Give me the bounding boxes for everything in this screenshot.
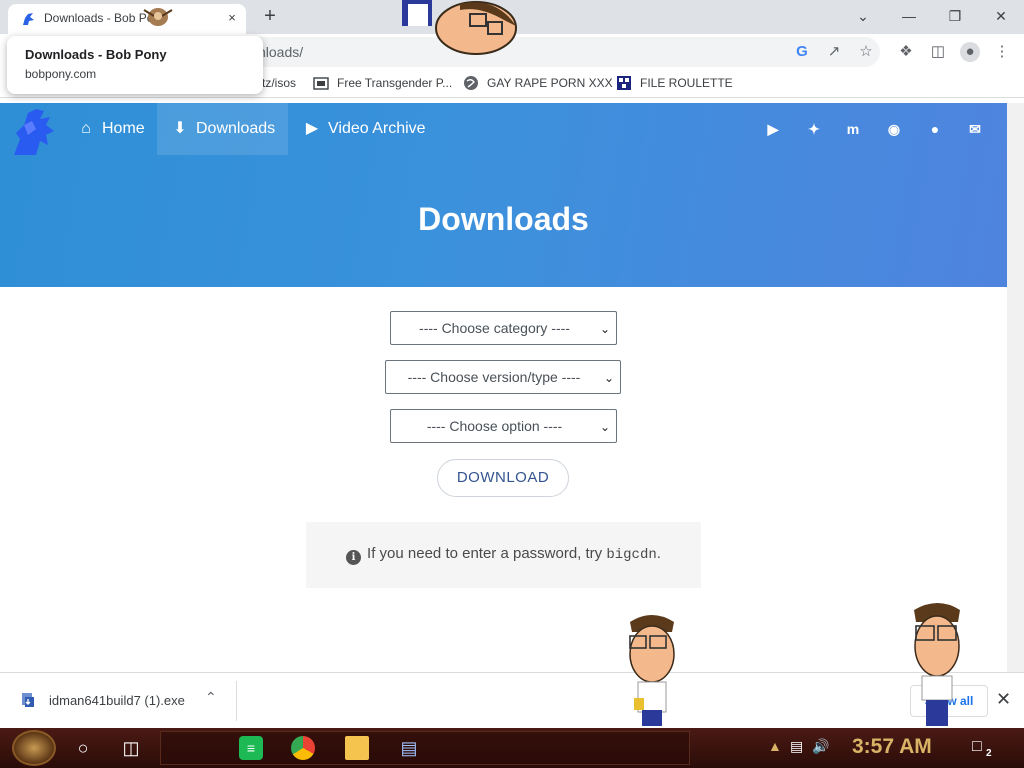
file-roulette-icon (617, 76, 631, 90)
download-button[interactable]: DOWNLOAD (437, 459, 569, 497)
site-nav: ⌂ Home ⬇ Downloads ▶ Video Archive ▶ ✦ m ◉ … (0, 103, 1007, 155)
hero-header: ⌂ Home ⬇ Downloads ▶ Video Archive ▶ ✦ m ◉ … (0, 103, 1007, 287)
restore-button[interactable]: ❐ (932, 3, 978, 29)
version-select[interactable]: ---- Choose version/type ---- ⌄ (385, 360, 621, 394)
bookmark-file-roulette[interactable]: FILE ROULETTE (640, 76, 733, 90)
mail-icon[interactable]: ✉ (965, 119, 985, 139)
nav-video-archive[interactable]: ▶ Video Archive (288, 103, 440, 155)
vertical-scrollbar[interactable] (1007, 103, 1024, 673)
nav-downloads[interactable]: ⬇ Downloads (157, 103, 289, 155)
google-lens-icon[interactable]: G (792, 42, 812, 62)
nav-downloads-label: Downloads (196, 120, 276, 137)
chevron-down-icon: ⌄ (603, 371, 614, 385)
note-prefix: If you need to enter a password, try (367, 545, 607, 562)
option-select[interactable]: ---- Choose option ---- ⌄ (390, 409, 617, 443)
cortana-icon[interactable]: ○ (71, 736, 95, 760)
password-note-text: i If you need to enter a password, try bi… (306, 545, 701, 565)
tab-hover-card: Downloads - Bob Pony bobpony.com (7, 36, 263, 94)
download-icon: ⬇ (173, 120, 187, 137)
globe-icon (464, 76, 478, 90)
taskbar-apps: ≡ ▤ (160, 731, 690, 765)
hank-hill-mascot-icon (914, 603, 960, 726)
bookmark-gay-rape[interactable]: GAY RAPE PORN XXX (487, 76, 613, 90)
chevron-up-icon[interactable]: ⌃ (205, 689, 217, 706)
download-shelf: idman641build7 (1).exe ⌃ Show all ✕ (0, 672, 1024, 728)
windows-taskbar: ○ ◫ ≡ ▤ ▲ ▤ 🔊 3:57 AM □ 2 (0, 728, 1024, 768)
discord-icon[interactable]: ◉ (884, 119, 904, 139)
version-select-value: ---- Choose version/type ---- (407, 369, 581, 385)
chrome-icon[interactable] (291, 736, 315, 760)
network-icon[interactable]: ▤ (790, 738, 803, 755)
share-icon[interactable]: ↗ (824, 42, 844, 62)
taskbar-clock[interactable]: 3:57 AM (852, 735, 932, 759)
bookmark-star-icon[interactable]: ☆ (856, 42, 876, 62)
close-tab-icon[interactable]: × (224, 10, 240, 26)
tray-overflow-icon[interactable]: ▲ (768, 738, 782, 754)
hank-hill-mascot-icon (402, 0, 517, 55)
profile-icon[interactable]: ● (960, 42, 980, 62)
page-content: ⌂ Home ⬇ Downloads ▶ Video Archive ▶ ✦ m ◉ … (0, 103, 1007, 673)
notification-count: 2 (986, 748, 992, 759)
bobpony-logo-icon[interactable] (10, 105, 62, 157)
github-icon[interactable]: ● (925, 119, 945, 139)
shelf-divider (236, 681, 237, 721)
password-code: bigcdn (606, 547, 657, 563)
bookmark-isos[interactable]: tz/isos (262, 76, 296, 90)
close-shelf-icon[interactable]: ✕ (996, 689, 1011, 710)
new-tab-button[interactable]: + (258, 6, 282, 28)
flying-mascot-icon (143, 8, 173, 26)
info-icon: i (346, 550, 362, 565)
page-title: Downloads (418, 201, 589, 237)
start-button[interactable] (12, 730, 56, 766)
task-view-icon[interactable]: ◫ (119, 736, 143, 760)
address-url: nloads/ (258, 44, 304, 60)
bobpony-favicon-icon (23, 13, 34, 25)
close-window-button[interactable]: ✕ (978, 3, 1024, 29)
bookmark-free-transgender[interactable]: Free Transgender P... (337, 76, 452, 90)
home-icon: ⌂ (81, 120, 91, 137)
category-select-value: ---- Choose category ---- (419, 320, 570, 336)
chevron-down-icon: ⌄ (599, 420, 610, 434)
chevron-down-icon: ⌄ (599, 322, 610, 336)
installer-file-icon (22, 693, 34, 707)
option-select-value: ---- Choose option ---- (426, 418, 563, 434)
minimize-button[interactable]: — (886, 3, 932, 29)
extensions-icon[interactable]: ❖ (896, 42, 916, 62)
file-explorer-icon[interactable] (345, 736, 369, 760)
hover-card-title: Downloads - Bob Pony (25, 47, 167, 62)
folder-bookmark-icon (313, 77, 329, 90)
note-suffix: . (656, 545, 661, 562)
menu-icon[interactable]: ⋮ (992, 42, 1012, 62)
notifications-icon[interactable]: □ (972, 738, 982, 756)
spotify-icon[interactable]: ≡ (239, 736, 263, 760)
computer-icon[interactable]: ▤ (397, 736, 421, 760)
download-filename[interactable]: idman641build7 (1).exe (49, 693, 185, 708)
tab-search-icon[interactable]: ⌄ (840, 3, 886, 29)
nav-home[interactable]: ⌂ Home (62, 103, 159, 155)
side-panel-icon[interactable]: ◫ (928, 42, 948, 62)
category-select[interactable]: ---- Choose category ---- ⌄ (390, 311, 617, 345)
nav-home-label: Home (102, 120, 145, 137)
hank-hill-mascot-icon (629, 615, 675, 726)
youtube-icon[interactable]: ▶ (763, 119, 783, 139)
mastodon-icon[interactable]: m (843, 119, 863, 139)
nav-video-archive-label: Video Archive (328, 120, 426, 137)
twitter-icon[interactable]: ✦ (804, 119, 824, 139)
video-camera-icon: ▶ (305, 120, 319, 137)
password-note: i If you need to enter a password, try bi… (306, 522, 701, 588)
browser-tab[interactable]: Downloads - Bob Pony × (8, 4, 246, 34)
volume-icon[interactable]: 🔊 (812, 738, 829, 755)
hover-card-domain: bobpony.com (25, 67, 97, 81)
